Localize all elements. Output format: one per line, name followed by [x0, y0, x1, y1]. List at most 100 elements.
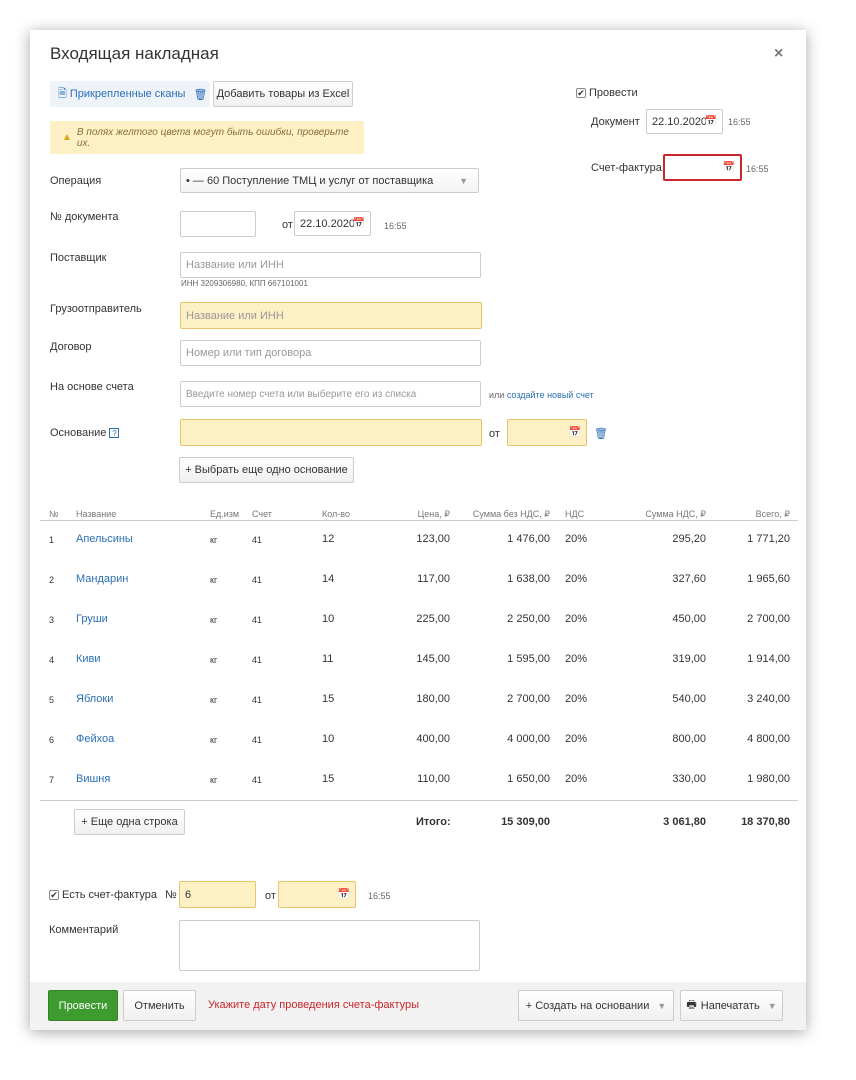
- or-create-invoice: или создайте новый счет: [489, 390, 594, 400]
- table-cell-col-vat-sum: 330,00: [672, 773, 706, 785]
- help-icon[interactable]: ?: [109, 428, 120, 439]
- table-header-col-num: №: [49, 509, 59, 519]
- error-message: Укажите дату проведения счета-фактуры: [208, 999, 420, 1011]
- document-date-label: Документ: [591, 116, 640, 128]
- trash-icon[interactable]: 🗑: [193, 88, 207, 101]
- calendar-icon[interactable]: 📅: [353, 218, 365, 229]
- document-date-input[interactable]: 22.10.2020 📅: [646, 109, 723, 134]
- table-cell-col-unit: кг: [210, 655, 218, 665]
- calendar-icon[interactable]: 📅: [705, 116, 717, 127]
- table-header-col-vat: НДС: [565, 509, 585, 519]
- operation-select[interactable]: • — 60 Поступление ТМЦ и услуг от постав…: [180, 168, 479, 193]
- sf-num-input[interactable]: 6: [179, 881, 256, 908]
- document-icon: 🗎: [58, 87, 67, 100]
- table-header-col-name: Название: [76, 509, 117, 519]
- dialog-footer: Провести Отменить Укажите дату проведени…: [30, 982, 806, 1030]
- trash-icon[interactable]: 🗑: [594, 427, 608, 440]
- table-cell-col-account: 41: [252, 735, 263, 745]
- warning-text: В полях желтого цвета могут быть ошибки,…: [76, 126, 349, 149]
- sf-ot-label: от: [265, 890, 276, 902]
- dialog-title: Входящая накладная: [50, 44, 219, 63]
- supplier-input[interactable]: Название или ИНН: [180, 252, 481, 278]
- document-time: 16:55: [728, 117, 751, 127]
- schet-faktura-time: 16:55: [746, 164, 769, 174]
- table-cell-col-total: 2 700,00: [747, 613, 790, 625]
- table-cell-col-num: 3: [49, 615, 55, 625]
- table-cell-col-qty: 11: [322, 653, 334, 665]
- add-from-excel-button[interactable]: Добавить товары из Excel: [213, 81, 353, 107]
- table-cell-col-vat-sum: 327,60: [672, 573, 706, 585]
- table-cell-col-name[interactable]: Фейхоа: [76, 733, 186, 745]
- calendar-icon[interactable]: 📅: [338, 889, 350, 900]
- table-cell-col-total: 1 914,00: [747, 653, 790, 665]
- add-row-button[interactable]: + Еще одна строка: [74, 809, 185, 835]
- table-cell-col-qty: 15: [322, 693, 335, 705]
- shipper-input[interactable]: Название или ИНН: [180, 302, 482, 329]
- table-cell-col-account: 41: [252, 615, 263, 625]
- calendar-icon[interactable]: 📅: [723, 162, 735, 173]
- provesti-button[interactable]: Провести: [48, 990, 118, 1021]
- table-cell-col-account: 41: [252, 775, 263, 785]
- table-cell-col-vat: 20%: [565, 693, 588, 705]
- table-cell-col-sum-no-vat: 4 000,00: [507, 733, 550, 745]
- table-cell-col-qty: 14: [322, 573, 335, 585]
- table-cell-col-vat: 20%: [565, 733, 588, 745]
- cancel-button[interactable]: Отменить: [123, 990, 196, 1021]
- contract-input[interactable]: Номер или тип договора: [180, 340, 481, 366]
- table-cell-col-price: 117,00: [417, 573, 450, 585]
- table-header-col-vat-sum: Сумма НДС, ₽: [645, 509, 706, 519]
- provesti-checkbox[interactable]: ✔ Провести: [576, 87, 638, 99]
- table-cell-col-vat-sum: 800,00: [672, 733, 706, 745]
- calendar-icon[interactable]: 📅: [569, 427, 581, 438]
- or-text: или: [489, 390, 505, 400]
- checkbox-icon: ✔: [49, 890, 59, 901]
- add-basis-button[interactable]: + Выбрать еще одно основание: [179, 457, 354, 483]
- table-cell-col-vat: 20%: [565, 533, 588, 545]
- table-header-divider: [40, 520, 798, 521]
- attached-scans-link[interactable]: 🗎 Прикрепленные сканы 🗑: [50, 81, 210, 107]
- sf-date-input[interactable]: 📅: [278, 881, 356, 908]
- table-cell-col-price: 225,00: [416, 613, 450, 625]
- docnum-input[interactable]: [180, 211, 256, 237]
- table-cell-col-num: 7: [49, 775, 55, 785]
- table-header-col-price: Цена, ₽: [417, 509, 450, 519]
- comment-textarea[interactable]: [179, 920, 480, 971]
- table-cell-col-num: 2: [49, 575, 55, 585]
- shipper-label: Грузоотправитель: [50, 303, 142, 315]
- close-icon[interactable]: ×: [774, 45, 783, 63]
- table-cell-col-vat-sum: 295,20: [672, 533, 706, 545]
- contract-label: Договор: [50, 341, 92, 353]
- table-cell-col-name[interactable]: Яблоки: [76, 693, 186, 705]
- table-cell-col-name[interactable]: Мандарин: [76, 573, 186, 585]
- table-cell-col-unit: кг: [210, 615, 218, 625]
- total-all: 18 370,80: [741, 816, 790, 828]
- table-cell-col-name[interactable]: Груши: [76, 613, 186, 625]
- table-header-col-total: Всего, ₽: [755, 509, 790, 519]
- table-cell-col-name[interactable]: Вишня: [76, 773, 186, 785]
- table-cell-col-total: 3 240,00: [747, 693, 790, 705]
- table-cell-col-name[interactable]: Киви: [76, 653, 186, 665]
- table-cell-col-vat-sum: 540,00: [672, 693, 706, 705]
- total-label: Итого:: [416, 816, 451, 828]
- table-cell-col-sum-no-vat: 2 700,00: [507, 693, 550, 705]
- table-cell-col-total: 1 980,00: [747, 773, 790, 785]
- print-button[interactable]: 🖶 Напечатать ▼: [680, 990, 783, 1021]
- table-cell-col-total: 1 965,60: [747, 573, 790, 585]
- docnum-date-input[interactable]: 22.10.2020 📅: [294, 211, 371, 236]
- create-on-basis-button[interactable]: + Создать на основании ▼: [518, 990, 674, 1021]
- comment-label: Комментарий: [49, 924, 119, 936]
- invoice-basis-input[interactable]: Введите номер счета или выберите его из …: [180, 381, 481, 407]
- sf-time: 16:55: [368, 891, 391, 901]
- basis-input[interactable]: [180, 419, 482, 446]
- checkbox-icon: ✔: [576, 88, 586, 99]
- schet-faktura-date-input[interactable]: 📅: [663, 154, 742, 181]
- table-cell-col-unit: кг: [210, 575, 218, 585]
- table-cell-col-name[interactable]: Апельсины: [76, 533, 186, 545]
- has-sf-checkbox[interactable]: ✔ Есть счет-фактура: [49, 889, 157, 901]
- table-cell-col-account: 41: [252, 695, 263, 705]
- basis-date-input[interactable]: 📅: [507, 419, 587, 446]
- warning-icon: ▲: [62, 132, 72, 143]
- table-cell-col-num: 5: [49, 695, 55, 705]
- create-invoice-link[interactable]: создайте новый счет: [507, 390, 594, 400]
- table-cell-col-num: 1: [49, 535, 55, 545]
